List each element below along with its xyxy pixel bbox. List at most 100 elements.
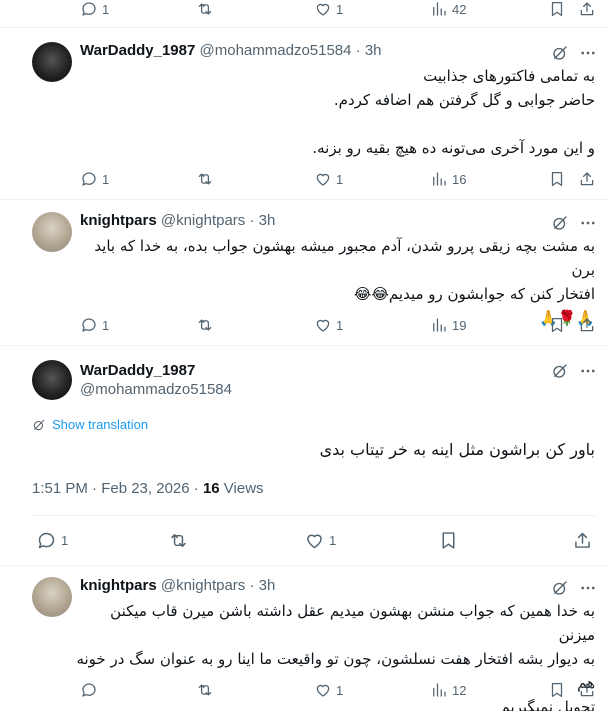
more-icon [579,214,597,232]
views-icon [430,170,448,188]
show-translation-label: Show translation [52,417,149,432]
handle-and-time: @mohammadzo51584 · 3h [199,42,382,59]
more-button[interactable] [579,362,597,380]
like-button[interactable]: 1 [304,530,336,551]
reply-tweet[interactable]: knightpars @knightpars · 3h به خدا همین … [0,577,609,711]
translate-icon [32,418,46,432]
grok-icon [551,44,569,62]
views-count: 19 [452,317,467,333]
reply-button[interactable]: 1 [80,0,109,18]
bookmark-icon [438,530,459,551]
grok-icon [551,214,569,232]
like-count: 1 [336,317,344,333]
like-icon [314,0,332,18]
repost-button[interactable] [196,316,214,334]
share-icon [578,681,596,699]
divider [0,565,609,566]
handle[interactable]: @mohammadzo51584 [80,380,232,400]
avatar[interactable] [32,360,72,400]
divider [0,345,609,346]
grok-button[interactable] [551,362,569,380]
divider [0,27,609,28]
views-button[interactable]: 16 [430,170,466,188]
reply-icon [80,316,98,334]
action-bar: 1 1 42 [0,0,609,24]
share-button[interactable] [578,316,596,334]
tweet-header: knightpars @knightpars · 3h [80,212,275,229]
display-name[interactable]: WarDaddy_1987 [80,42,195,59]
bookmark-icon [548,681,566,699]
like-icon [314,170,332,188]
display-name[interactable]: WarDaddy_1987 [80,361,232,380]
tweet-header: knightpars @knightpars · 3h [80,577,275,594]
tweet-meta: 1:51 PM · Feb 23, 2026 · 16 Views [32,480,264,497]
share-button[interactable] [578,0,596,18]
repost-button[interactable] [196,681,214,699]
more-button[interactable] [579,44,597,62]
reply-icon [80,681,98,699]
tweet-header: WarDaddy_1987 @mohammadzo51584 [80,361,232,400]
reply-count: 1 [61,533,69,548]
share-icon [578,316,596,334]
action-bar: 1 12 [0,681,609,705]
bookmark-icon [548,0,566,18]
like-button[interactable]: 1 [314,170,343,188]
more-button[interactable] [579,214,597,232]
reply-tweet[interactable]: knightpars @knightpars · 3h به مشت بچه ز… [0,212,609,327]
grok-button[interactable] [551,214,569,232]
bookmark-icon [548,316,566,334]
like-count: 1 [336,171,344,187]
repost-icon [196,170,214,188]
repost-icon [196,316,214,334]
tweet-timestamp[interactable]: 1:51 PM · Feb 23, 2026 · [32,480,203,497]
bookmark-button[interactable] [548,681,566,699]
avatar[interactable] [32,212,72,252]
reply-icon [36,530,57,551]
avatar[interactable] [32,577,72,617]
grok-button[interactable] [551,44,569,62]
views-button[interactable]: 19 [430,316,466,334]
reply-button[interactable]: 1 [80,316,109,334]
avatar[interactable] [32,42,72,82]
like-count: 1 [336,682,344,698]
like-count: 1 [329,533,337,548]
display-name[interactable]: knightpars [80,577,157,594]
grok-icon [551,579,569,597]
share-button[interactable] [578,170,596,188]
tweet-line: به خدا همین که جواب منشن بهشون میدیم عقل… [110,602,595,644]
repost-button[interactable] [168,530,189,551]
share-button[interactable] [578,681,596,699]
tweet-line: حاضر جوابی و گل گرفتن هم اضافه کردم. [333,91,595,109]
reply-button[interactable]: 1 [36,530,68,551]
like-icon [314,316,332,334]
main-tweet: WarDaddy_1987 @mohammadzo51584 [0,360,609,400]
repost-icon [196,681,214,699]
views-count: 16 [452,171,467,187]
handle-and-time: @knightpars · 3h [160,577,276,594]
views-icon [430,0,448,18]
share-button[interactable] [572,530,593,551]
reply-count: 1 [102,317,110,333]
like-button[interactable]: 1 [314,316,343,334]
reply-button[interactable]: 1 [80,170,109,188]
views-button[interactable]: 12 [430,681,466,699]
views-count: 12 [452,682,467,698]
like-button[interactable]: 1 [314,0,343,18]
grok-button[interactable] [551,579,569,597]
bookmark-icon [548,170,566,188]
action-bar: 1 1 19 [0,316,609,340]
repost-button[interactable] [196,0,214,18]
like-button[interactable]: 1 [314,681,343,699]
bookmark-button[interactable] [438,530,459,551]
bookmark-button[interactable] [548,0,566,18]
show-translation-link[interactable]: Show translation [32,417,148,432]
grok-icon [551,362,569,380]
reply-icon [80,0,98,18]
bookmark-button[interactable] [548,170,566,188]
display-name[interactable]: knightpars [80,212,157,229]
bookmark-button[interactable] [548,316,566,334]
repost-button[interactable] [196,170,214,188]
more-button[interactable] [579,579,597,597]
views-button[interactable]: 42 [430,0,466,18]
reply-button[interactable] [80,681,98,699]
